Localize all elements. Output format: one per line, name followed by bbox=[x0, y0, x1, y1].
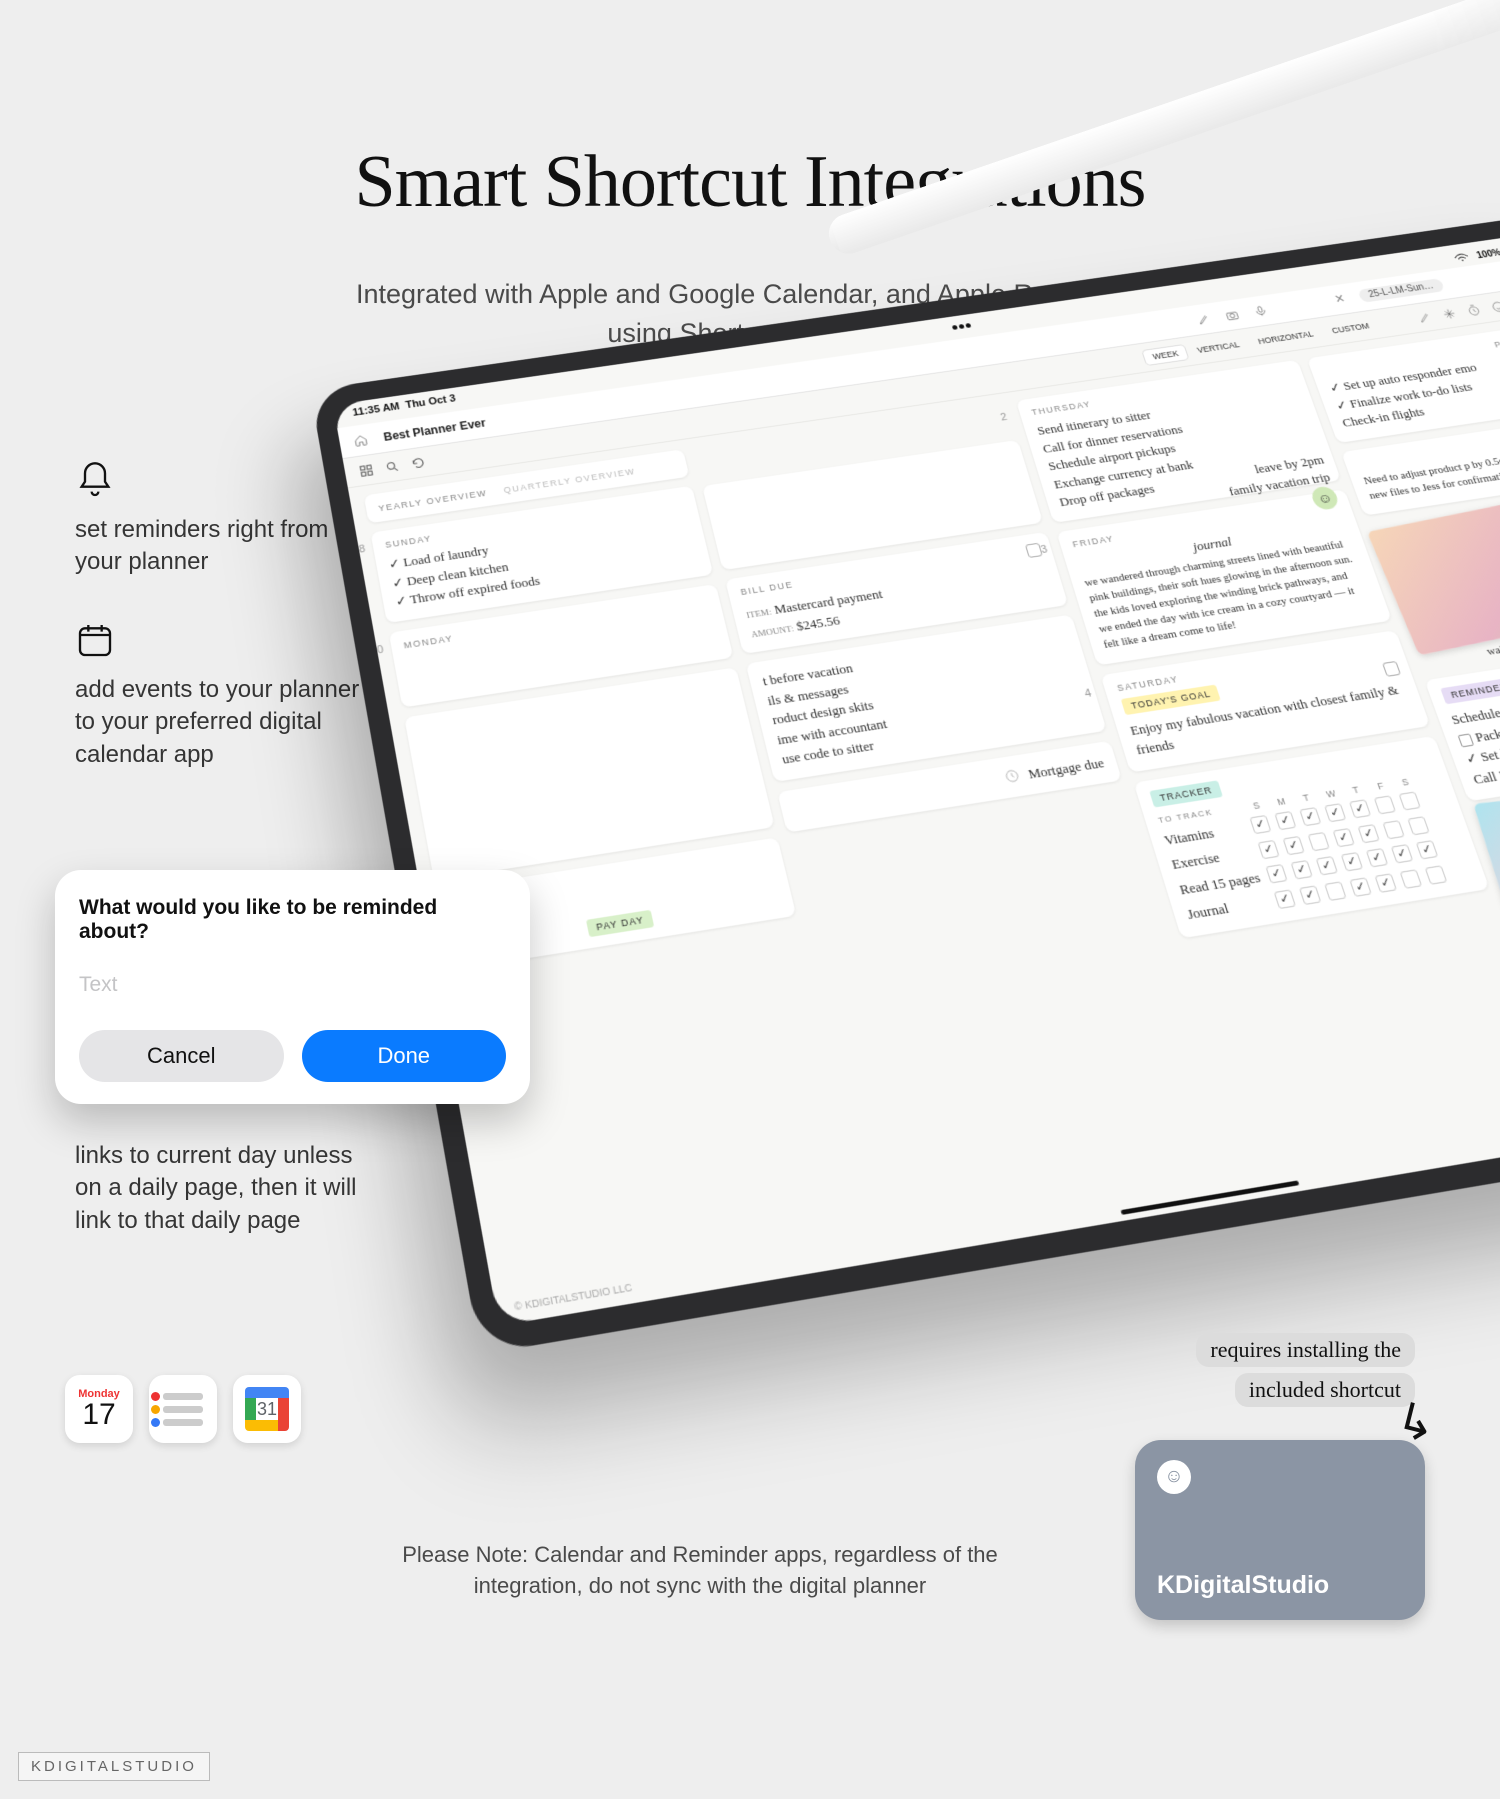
ipad-device: 11:35 AM Thu Oct 3 100% Best Planner Eve… bbox=[310, 213, 1500, 1354]
quarterly-overview-tab[interactable]: QUARTERLY OVERVIEW bbox=[503, 467, 637, 495]
apple-reminders-icon bbox=[149, 1375, 217, 1443]
ipad-screen: 11:35 AM Thu Oct 3 100% Best Planner Eve… bbox=[333, 233, 1500, 1326]
sparkle-icon[interactable] bbox=[1440, 307, 1458, 321]
home-icon[interactable] bbox=[353, 433, 369, 448]
app-icons: Monday 17 31 bbox=[65, 1375, 301, 1443]
search-icon[interactable] bbox=[384, 459, 400, 474]
done-button[interactable]: Done bbox=[302, 1030, 507, 1082]
yearly-overview-tab[interactable]: YEARLY OVERVIEW bbox=[378, 488, 488, 513]
cancel-button[interactable]: Cancel bbox=[79, 1030, 284, 1082]
camera-icon[interactable] bbox=[1224, 308, 1242, 322]
payday-tag: PAY DAY bbox=[586, 909, 654, 936]
doc-pill[interactable]: 25-L-LM-Sun… bbox=[1357, 278, 1445, 303]
watermark: KDIGITALSTUDIO bbox=[18, 1752, 210, 1781]
blurb-links: links to current day unless on a daily p… bbox=[75, 1140, 375, 1237]
shortcut-tile[interactable]: ☺ KDigitalStudio bbox=[1135, 1440, 1425, 1620]
wifi-icon bbox=[1453, 253, 1471, 264]
planner-board: YEARLY OVERVIEW QUARTERLY OVERVIEW 28 SU… bbox=[348, 311, 1500, 1326]
smile-tile-icon: ☺ bbox=[1157, 1460, 1191, 1494]
page-title: Smart Shortcut Integrations bbox=[0, 140, 1500, 225]
google-calendar-icon: 31 bbox=[233, 1375, 301, 1443]
shortcut-tile-label: KDigitalStudio bbox=[1157, 1571, 1403, 1600]
pencil-icon[interactable] bbox=[1195, 312, 1213, 326]
reminder-input[interactable] bbox=[79, 962, 506, 1008]
timer-icon[interactable] bbox=[1465, 303, 1483, 317]
reminder-dialog: What would you like to be reminded about… bbox=[55, 870, 530, 1104]
refresh-icon[interactable] bbox=[410, 455, 426, 470]
doc-title: Best Planner Ever bbox=[382, 416, 486, 443]
bottom-note: Please Note: Calendar and Reminder apps,… bbox=[390, 1540, 1010, 1602]
clock-icon bbox=[1003, 768, 1022, 785]
calendar-icon bbox=[75, 620, 115, 660]
dialog-heading: What would you like to be reminded about… bbox=[79, 896, 506, 944]
smile-icon[interactable] bbox=[1489, 299, 1500, 313]
mic-icon[interactable] bbox=[1252, 304, 1270, 318]
check-icon[interactable] bbox=[1382, 661, 1401, 677]
tool-pencil-icon[interactable] bbox=[1416, 310, 1434, 324]
bell-icon bbox=[75, 460, 115, 500]
tracker-card[interactable]: TRACKER TO TRACK SMTWTFS Vitamins Exerci… bbox=[1134, 736, 1490, 938]
grid-icon[interactable] bbox=[358, 463, 374, 478]
apple-calendar-icon: Monday 17 bbox=[65, 1375, 133, 1443]
requires-label: requires installing the included shortcu… bbox=[1196, 1330, 1415, 1410]
blurb-events: add events to your planner to your prefe… bbox=[75, 620, 375, 771]
